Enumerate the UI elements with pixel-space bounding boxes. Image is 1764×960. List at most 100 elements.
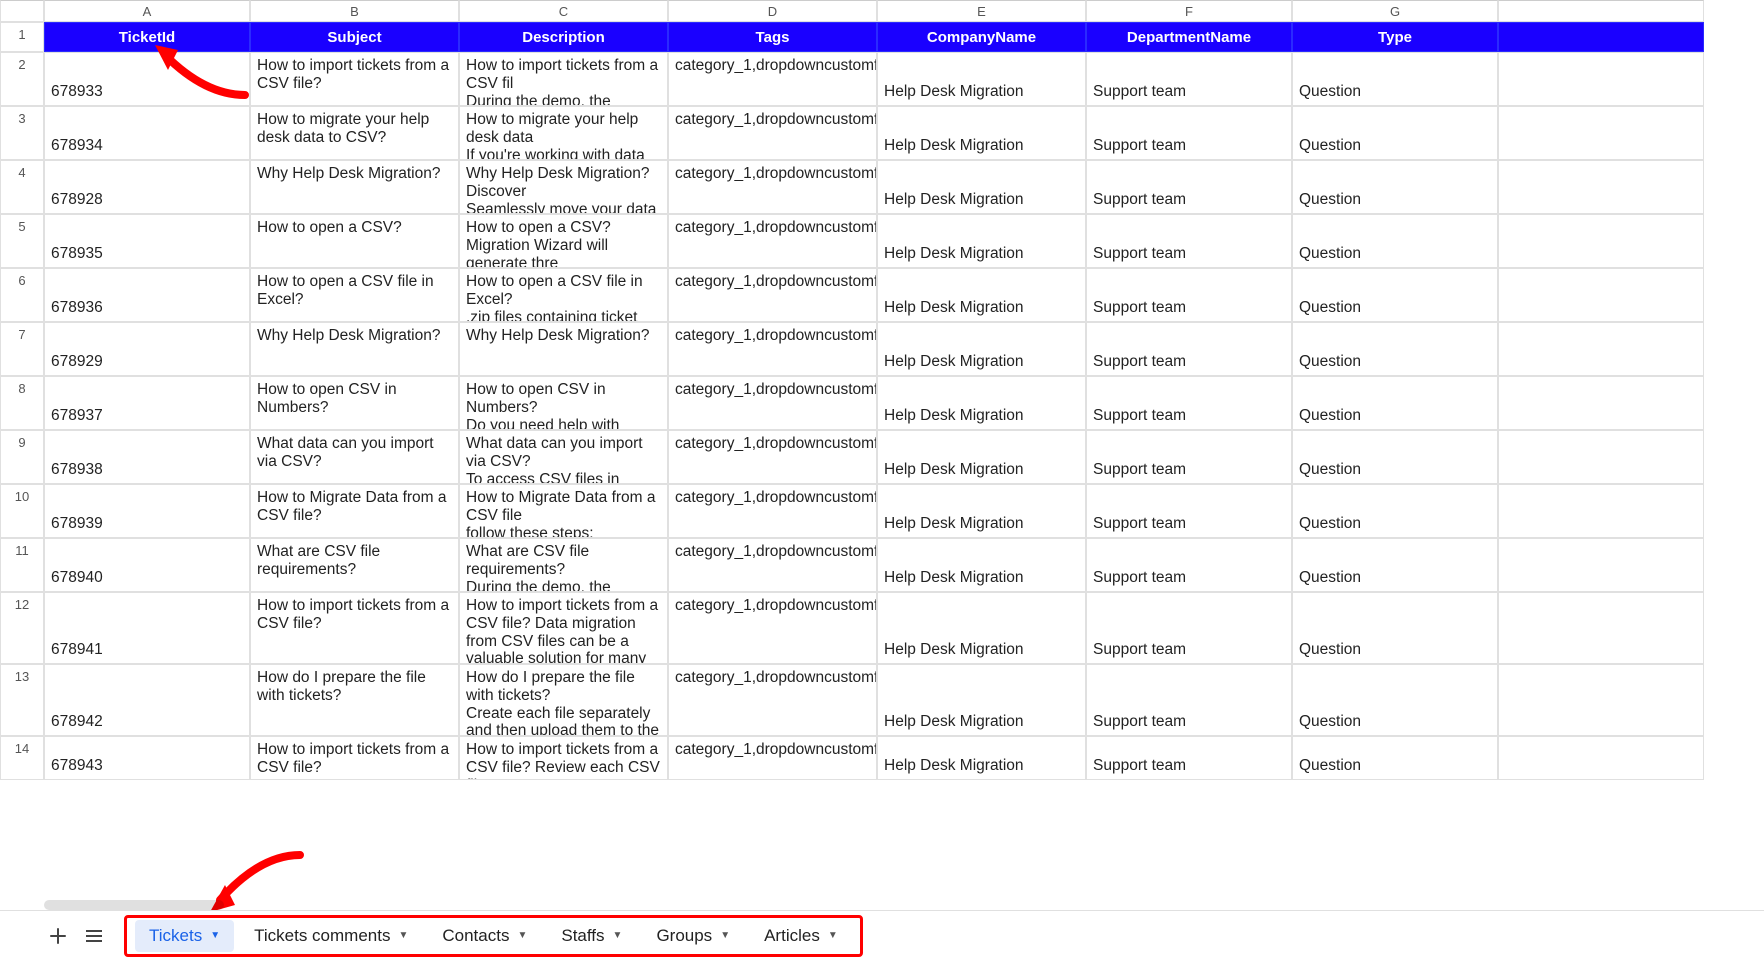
sheet-tab[interactable]: Groups▼	[642, 920, 744, 952]
cell[interactable]: How to import tickets from a CSV fil Dur…	[459, 52, 668, 106]
table-header-cell[interactable]: DepartmentName	[1086, 22, 1292, 52]
sheet-tab[interactable]: Contacts▼	[428, 920, 541, 952]
cell[interactable]: Help Desk Migration	[877, 430, 1086, 484]
cell[interactable]: 678940	[44, 538, 250, 592]
cell[interactable]: How to open CSV in Numbers?	[250, 376, 459, 430]
cell[interactable]: Help Desk Migration	[877, 52, 1086, 106]
cell[interactable]: How to open a CSV file in Excel?	[250, 268, 459, 322]
cell[interactable]: 678936	[44, 268, 250, 322]
cell[interactable]	[1498, 52, 1704, 106]
cell[interactable]: 678941	[44, 592, 250, 664]
row-header[interactable]: 8	[0, 376, 44, 430]
cell[interactable]: category_1,dropdowncustomfield_select_op…	[668, 268, 877, 322]
row-header[interactable]: 6	[0, 268, 44, 322]
cell[interactable]: How to import tickets from a CSV file? D…	[459, 592, 668, 664]
column-header[interactable]: B	[250, 0, 459, 22]
cell[interactable]: Question	[1292, 52, 1498, 106]
cell[interactable]: How to migrate your help desk data to CS…	[250, 106, 459, 160]
row-header[interactable]: 13	[0, 664, 44, 736]
row-header[interactable]: 1	[0, 22, 44, 52]
cell[interactable]: 678933	[44, 52, 250, 106]
column-header[interactable]: G	[1292, 0, 1498, 22]
cell[interactable]: category_1,dropdowncustomfield_select_op…	[668, 214, 877, 268]
all-sheets-button[interactable]	[76, 918, 112, 954]
cell[interactable]: category_1,dropdowncustomfield_select_op…	[668, 538, 877, 592]
cell[interactable]: How to import tickets from a CSV file?	[250, 736, 459, 780]
horizontal-scrollbar[interactable]	[44, 900, 224, 910]
cell[interactable]: Why Help Desk Migration?	[250, 160, 459, 214]
cell[interactable]: What data can you import via CSV?	[250, 430, 459, 484]
cell[interactable]: Help Desk Migration	[877, 538, 1086, 592]
cell[interactable]: Question	[1292, 214, 1498, 268]
cell[interactable]: Question	[1292, 160, 1498, 214]
cell[interactable]: What are CSV file requirements? During t…	[459, 538, 668, 592]
cell[interactable]: Support team	[1086, 736, 1292, 780]
cell[interactable]: Support team	[1086, 268, 1292, 322]
cell[interactable]: How to open a CSV? Migration Wizard will…	[459, 214, 668, 268]
column-header[interactable]: E	[877, 0, 1086, 22]
cell[interactable]: Help Desk Migration	[877, 736, 1086, 780]
cell[interactable]: 678938	[44, 430, 250, 484]
cell[interactable]: Support team	[1086, 592, 1292, 664]
cell[interactable]	[1498, 484, 1704, 538]
cell[interactable]	[1498, 268, 1704, 322]
cell[interactable]: Support team	[1086, 52, 1292, 106]
cell[interactable]: Help Desk Migration	[877, 214, 1086, 268]
cell[interactable]	[1498, 592, 1704, 664]
cell[interactable]	[1498, 736, 1704, 780]
cell[interactable]: category_1,dropdowncustomfield_select_op…	[668, 160, 877, 214]
cell[interactable]: Why Help Desk Migration? Discover Seamle…	[459, 160, 668, 214]
cell[interactable]: Support team	[1086, 664, 1292, 736]
cell[interactable]: Question	[1292, 484, 1498, 538]
column-header[interactable]: A	[44, 0, 250, 22]
sheet-tab[interactable]: Articles▼	[750, 920, 852, 952]
cell[interactable]	[1498, 160, 1704, 214]
cell[interactable]: Support team	[1086, 376, 1292, 430]
cell[interactable]	[1498, 376, 1704, 430]
row-header[interactable]: 3	[0, 106, 44, 160]
cell[interactable]: Question	[1292, 106, 1498, 160]
cell[interactable]: Help Desk Migration	[877, 592, 1086, 664]
cell[interactable]: Why Help Desk Migration?	[250, 322, 459, 376]
cell[interactable]: How to import tickets from a CSV file?	[250, 52, 459, 106]
cell[interactable]: 678935	[44, 214, 250, 268]
column-header[interactable]: D	[668, 0, 877, 22]
cell[interactable]: Help Desk Migration	[877, 106, 1086, 160]
cell[interactable]	[1498, 214, 1704, 268]
cell[interactable]: 678939	[44, 484, 250, 538]
sheet-tab[interactable]: Tickets comments▼	[240, 920, 422, 952]
row-header[interactable]: 5	[0, 214, 44, 268]
sheet-tab[interactable]: Tickets▼	[135, 920, 234, 952]
cell[interactable]: category_1,dropdowncustomfield_select_op…	[668, 484, 877, 538]
cell[interactable]: Support team	[1086, 430, 1292, 484]
table-header-cell[interactable]: Type	[1292, 22, 1498, 52]
cell[interactable]: Help Desk Migration	[877, 160, 1086, 214]
row-header[interactable]: 11	[0, 538, 44, 592]
cell[interactable]: category_1,dropdowncustomfield_select_op…	[668, 52, 877, 106]
cell[interactable]: Support team	[1086, 484, 1292, 538]
table-header-cell[interactable]: CompanyName	[877, 22, 1086, 52]
cell[interactable]: Help Desk Migration	[877, 484, 1086, 538]
cell[interactable]: 678934	[44, 106, 250, 160]
table-header-cell[interactable]: Subject	[250, 22, 459, 52]
cell[interactable]: 678928	[44, 160, 250, 214]
cell[interactable]: What data can you import via CSV? To acc…	[459, 430, 668, 484]
cell[interactable]: Help Desk Migration	[877, 322, 1086, 376]
cell[interactable]: 678929	[44, 322, 250, 376]
cell[interactable]: 678937	[44, 376, 250, 430]
cell[interactable]: category_1,dropdowncustomfield_select_op…	[668, 322, 877, 376]
cell[interactable]: Support team	[1086, 538, 1292, 592]
cell[interactable]: Question	[1292, 538, 1498, 592]
cell[interactable]: How to open a CSV file in Excel? .zip fi…	[459, 268, 668, 322]
cell[interactable]: Question	[1292, 376, 1498, 430]
column-header[interactable]	[1498, 0, 1704, 22]
cell[interactable]	[1498, 538, 1704, 592]
column-header[interactable]: C	[459, 0, 668, 22]
table-header-cell[interactable]: Tags	[668, 22, 877, 52]
cell[interactable]	[1498, 430, 1704, 484]
spreadsheet[interactable]: ABCDEFG1TicketIdSubjectDescriptionTagsCo…	[0, 0, 1764, 910]
cell[interactable]: Support team	[1086, 160, 1292, 214]
cell[interactable]: How do I prepare the file with tickets?	[250, 664, 459, 736]
cell[interactable]: category_1,dropdowncustomfield_select_op…	[668, 664, 877, 736]
cell[interactable]: category_1,dropdowncustomfield_select_op…	[668, 376, 877, 430]
